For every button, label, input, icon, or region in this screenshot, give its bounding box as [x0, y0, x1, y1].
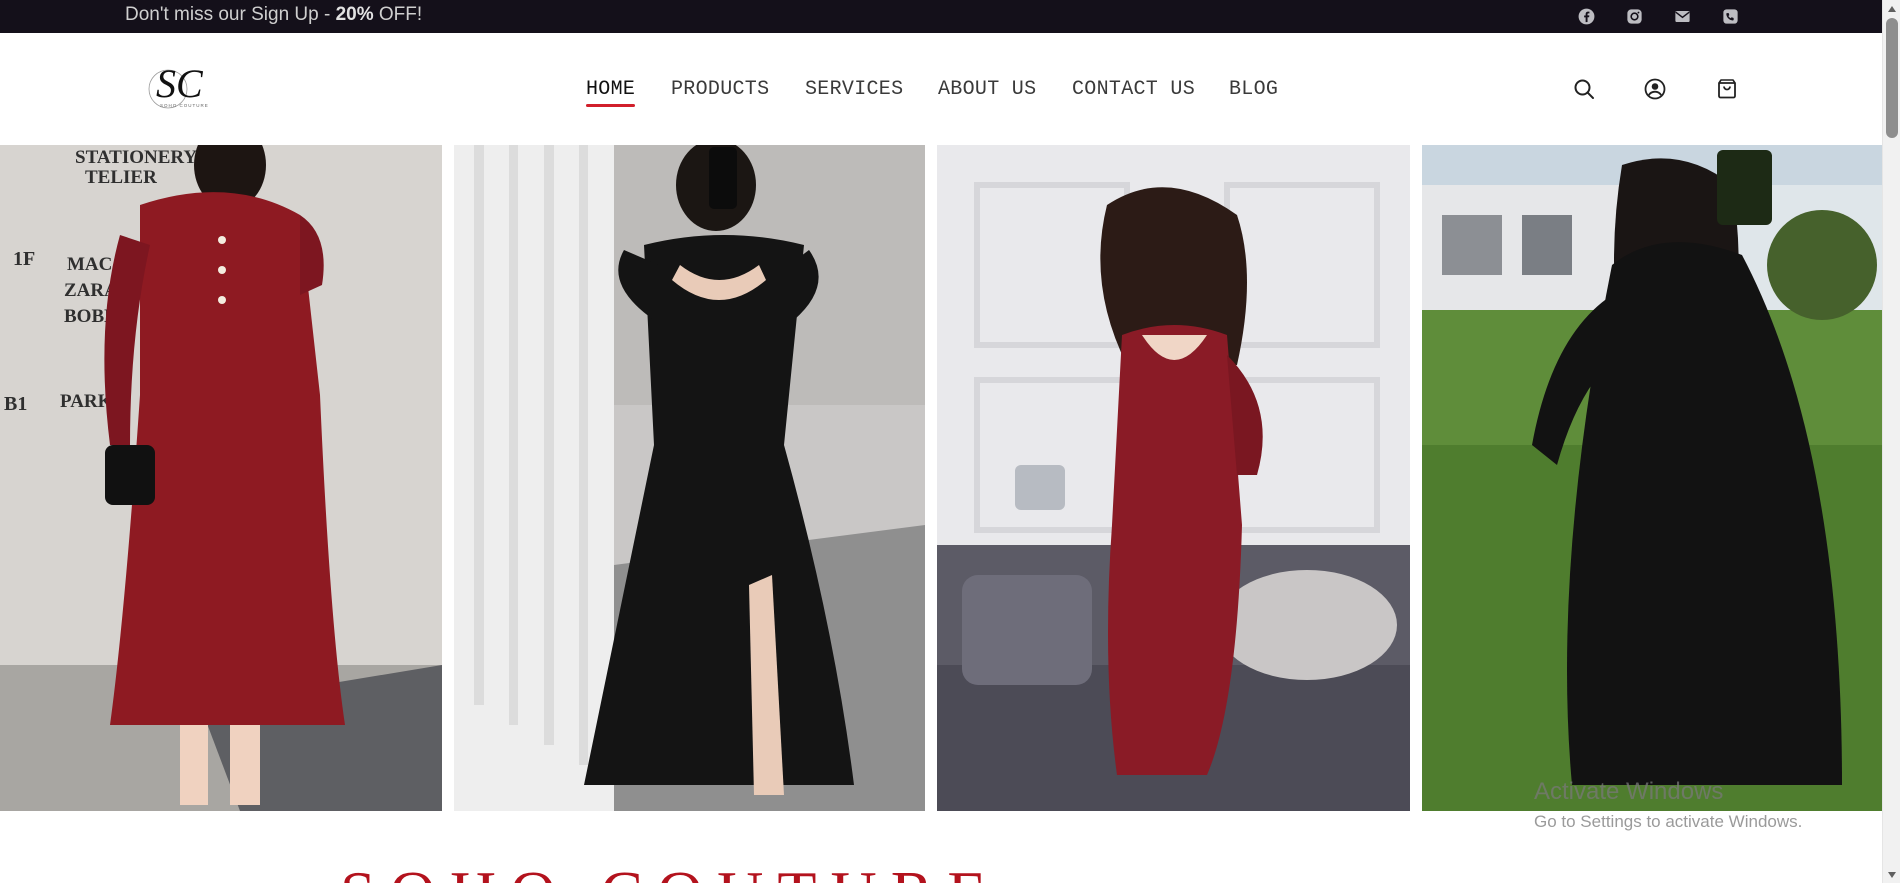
wall-sign-mac: MAC [67, 254, 112, 275]
wall-sign-b1: B1 [4, 393, 27, 415]
product-image-black-slit-dress[interactable] [454, 145, 925, 811]
mail-icon[interactable] [1671, 5, 1693, 27]
windows-activation-watermark: Activate Windows Go to Settings to activ… [1534, 778, 1802, 832]
scroll-up-arrow-icon[interactable] [1883, 0, 1900, 17]
phone-icon[interactable] [1719, 5, 1741, 27]
nav-home[interactable]: HOME [586, 78, 636, 107]
section-heading-partial: SOHO COUTURE [0, 862, 1882, 883]
facebook-icon[interactable] [1575, 5, 1597, 27]
search-icon[interactable] [1570, 75, 1598, 103]
instagram-icon[interactable] [1623, 5, 1645, 27]
nav-contact-us[interactable]: CONTACT US [1072, 78, 1195, 101]
product-image-red-ruffle-dress[interactable]: STATIONERY TELIER 1F MAC ZARA BOBBI B1 P… [0, 145, 442, 811]
wall-sign-telier: TELIER [85, 167, 157, 188]
promo-highlight: 20% [335, 4, 374, 25]
logo-monogram: SC [156, 61, 204, 106]
account-icon[interactable] [1641, 75, 1669, 103]
site-header: SC SOHO COUTURE HOME PRODUCTS SERVICES A… [0, 33, 1882, 145]
promo-text: Don't miss our Sign Up - 20% OFF! [125, 4, 422, 26]
wall-sign-stationery: STATIONERY [75, 147, 197, 168]
page-scrollbar[interactable] [1882, 0, 1900, 883]
product-image-red-bodycon-dress[interactable] [937, 145, 1410, 811]
product-gallery: STATIONERY TELIER 1F MAC ZARA BOBBI B1 P… [0, 145, 1882, 812]
nav-products[interactable]: PRODUCTS [671, 78, 769, 101]
cart-icon[interactable] [1713, 75, 1741, 103]
section-heading-text: SOHO COUTURE [340, 862, 1000, 883]
brand-logo[interactable]: SC SOHO COUTURE [144, 61, 216, 113]
nav-services[interactable]: SERVICES [805, 78, 903, 101]
nav-home-label: HOME [586, 78, 636, 101]
logo-subtext: SOHO COUTURE [160, 103, 209, 108]
nav-about-us[interactable]: ABOUT US [938, 78, 1036, 101]
promo-suffix: OFF! [373, 4, 423, 25]
nav-blog[interactable]: BLOG [1229, 78, 1278, 101]
promo-prefix: Don't miss our Sign Up - [125, 4, 336, 25]
wall-sign-1f: 1F [13, 248, 35, 270]
scroll-down-arrow-icon[interactable] [1883, 866, 1900, 883]
announcement-bar: Don't miss our Sign Up - 20% OFF! [0, 0, 1882, 33]
active-nav-underline [586, 104, 636, 107]
product-image-black-maxi-dress[interactable] [1422, 145, 1882, 811]
scrollbar-thumb[interactable] [1886, 18, 1898, 138]
watermark-subtitle: Go to Settings to activate Windows. [1534, 812, 1803, 831]
watermark-title: Activate Windows [1534, 778, 1724, 805]
